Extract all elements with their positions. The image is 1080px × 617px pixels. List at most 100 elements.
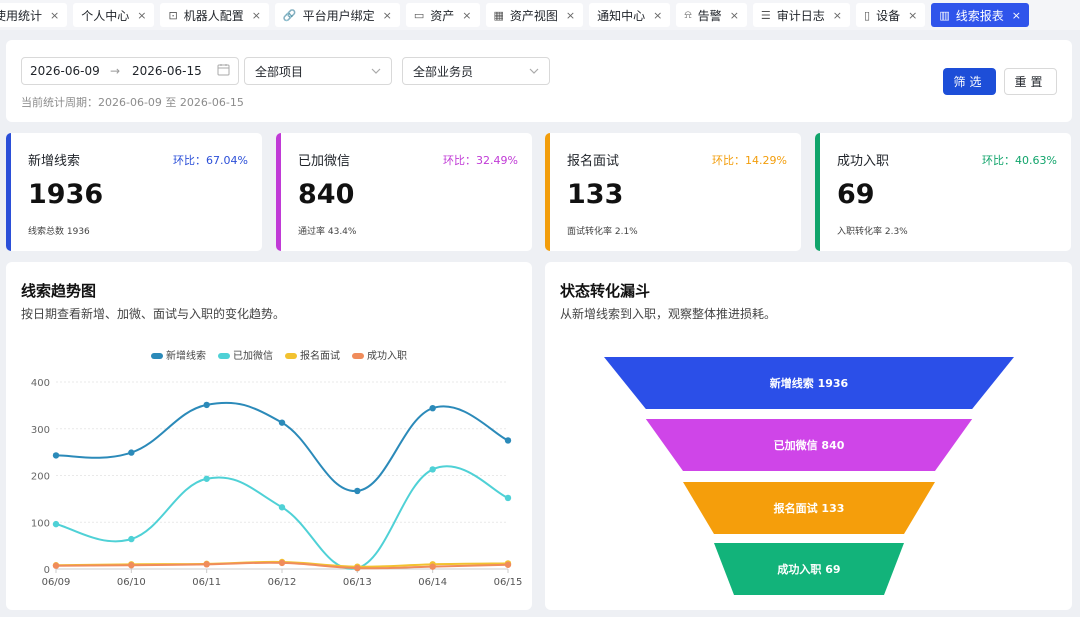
data-point[interactable]	[203, 475, 210, 482]
data-point[interactable]	[52, 452, 60, 459]
data-point[interactable]	[504, 437, 512, 444]
kpi-value: 840	[298, 179, 355, 210]
close-icon[interactable]: ×	[653, 9, 662, 22]
data-point[interactable]	[52, 562, 60, 569]
tab-5[interactable]: ▦ 资产视图 ×	[485, 3, 584, 27]
close-icon[interactable]: ×	[50, 9, 59, 22]
filter-button[interactable]: 筛选	[943, 68, 996, 95]
y-tick-label: 100	[31, 518, 50, 529]
data-point[interactable]	[504, 561, 512, 568]
legend-label[interactable]: 成功入职	[367, 350, 407, 362]
close-icon[interactable]: ×	[383, 9, 392, 22]
data-point[interactable]	[354, 487, 361, 495]
arrow-right-icon: →	[110, 64, 121, 78]
funnel-stage-label: 已加微信 840	[774, 438, 845, 452]
tab-label: 机器人配置	[183, 8, 244, 23]
salesperson-select[interactable]: 全部业务员	[402, 57, 550, 85]
series-line	[55, 465, 509, 570]
date-range-picker[interactable]: 2026-06-09 → 2026-06-15	[21, 57, 239, 85]
x-tick-label: 06/12	[268, 577, 297, 588]
tab-4[interactable]: ▭ 资产 ×	[405, 3, 480, 27]
chart-icon: ▥	[939, 8, 950, 22]
kpi-ratio: 环比：32.49%	[443, 154, 518, 167]
period-text: 当前统计周期：2026-06-09 至 2026-06-15	[21, 96, 244, 109]
y-tick-label: 0	[44, 565, 50, 576]
close-icon[interactable]: ×	[137, 9, 146, 22]
data-point[interactable]	[278, 559, 286, 567]
close-icon[interactable]: ×	[833, 9, 842, 22]
kpi-accent-bar	[815, 133, 820, 251]
close-icon[interactable]: ×	[1012, 9, 1021, 22]
tab-label: 线索报表	[955, 8, 1004, 23]
y-tick-label: 400	[31, 378, 50, 389]
link-icon: 🔗	[282, 8, 297, 22]
tab-6[interactable]: 通知中心 ×	[589, 3, 671, 27]
data-point[interactable]	[128, 535, 135, 543]
legend-label[interactable]: 已加微信	[233, 349, 273, 362]
kpi-ratio: 环比：40.63%	[982, 154, 1057, 167]
salesperson-select-value: 全部业务员	[413, 64, 474, 79]
funnel-stage-label: 报名面试 133	[774, 501, 845, 515]
close-icon[interactable]: ×	[730, 9, 739, 22]
funnel-chart: 新增线索 1936 已加微信 840 报名面试 133 成功入职 69	[604, 357, 1014, 595]
data-point[interactable]	[128, 562, 135, 569]
alarm-icon: ⍾	[684, 8, 692, 21]
close-icon[interactable]: ×	[566, 9, 575, 22]
kpi-card-hired: 成功入职 环比：40.63% 69 入职转化率 2.3%	[815, 133, 1071, 251]
tab-1[interactable]: 个人中心 ×	[73, 3, 155, 27]
legend-swatch	[352, 353, 364, 359]
tab-label: 个人中心	[81, 8, 130, 23]
start-date[interactable]: 2026-06-09	[30, 64, 110, 78]
tab-9[interactable]: ▯ 设备 ×	[856, 3, 926, 27]
tab-label: 设备	[876, 8, 901, 23]
tab-2[interactable]: ⊡ 机器人配置 ×	[160, 3, 269, 27]
kpi-ratio: 环比：14.29%	[712, 154, 787, 167]
tab-7[interactable]: ⍾ 告警 ×	[676, 3, 747, 27]
kpi-value: 133	[567, 179, 624, 210]
data-point[interactable]	[203, 401, 210, 409]
list-icon: ☰	[760, 8, 771, 22]
tab-10[interactable]: ▥ 线索报表 ×	[931, 3, 1029, 27]
data-point[interactable]	[429, 563, 436, 570]
x-tick-label: 06/11	[192, 577, 221, 588]
legend-label[interactable]: 新增线索	[166, 349, 206, 362]
project-select[interactable]: 全部项目	[244, 57, 392, 85]
data-point[interactable]	[429, 466, 436, 473]
tab-label: 资产视图	[509, 8, 558, 23]
data-point[interactable]	[354, 564, 361, 572]
data-point[interactable]	[52, 520, 60, 528]
data-point[interactable]	[504, 494, 512, 502]
monitor-icon: ▭	[413, 8, 425, 22]
close-icon[interactable]: ×	[462, 9, 471, 22]
tab-8[interactable]: ☰ 审计日志 ×	[752, 3, 851, 27]
kpi-label: 已加微信	[298, 154, 351, 169]
tab-0[interactable]: 使用统计 ×	[0, 3, 68, 27]
data-point[interactable]	[429, 404, 436, 412]
kpi-ratio: 环比：67.04%	[173, 154, 248, 167]
chevron-down-icon	[371, 66, 381, 77]
data-point[interactable]	[278, 419, 286, 426]
data-point[interactable]	[278, 504, 286, 511]
phone-icon: ▯	[864, 8, 871, 22]
x-tick-label: 06/15	[494, 577, 523, 588]
tab-bar: 使用统计 × 个人中心 × ⊡ 机器人配置 × 🔗 平台用户绑定 × ▭ 资产 × ▦ 资产视图 × 通知中心 ×…	[0, 0, 1080, 30]
x-tick-label: 06/14	[418, 577, 447, 588]
funnel-chart-card: 状态转化漏斗 从新增线索到入职，观察整体推进损耗。 新增线索 1936 已加微信 …	[545, 262, 1072, 610]
close-icon[interactable]: ×	[252, 9, 261, 22]
kpi-value: 69	[837, 179, 875, 210]
robot-icon: ⊡	[168, 8, 178, 22]
data-point[interactable]	[203, 561, 210, 568]
kpi-value: 1936	[28, 179, 104, 210]
data-point[interactable]	[128, 449, 135, 456]
kpi-label: 新增线索	[28, 154, 81, 169]
legend-label[interactable]: 报名面试	[300, 349, 340, 362]
chevron-down-icon	[529, 66, 539, 77]
legend-swatch	[285, 353, 297, 359]
close-icon[interactable]: ×	[908, 9, 917, 22]
reset-button[interactable]: 重置	[1004, 68, 1057, 95]
tab-3[interactable]: 🔗 平台用户绑定 ×	[274, 3, 400, 27]
legend-swatch	[218, 353, 230, 359]
end-date[interactable]: 2026-06-15	[132, 64, 212, 78]
kpi-sub: 通过率 43.4%	[298, 227, 357, 237]
kpi-card-wechat: 已加微信 环比：32.49% 840 通过率 43.4%	[276, 133, 532, 251]
